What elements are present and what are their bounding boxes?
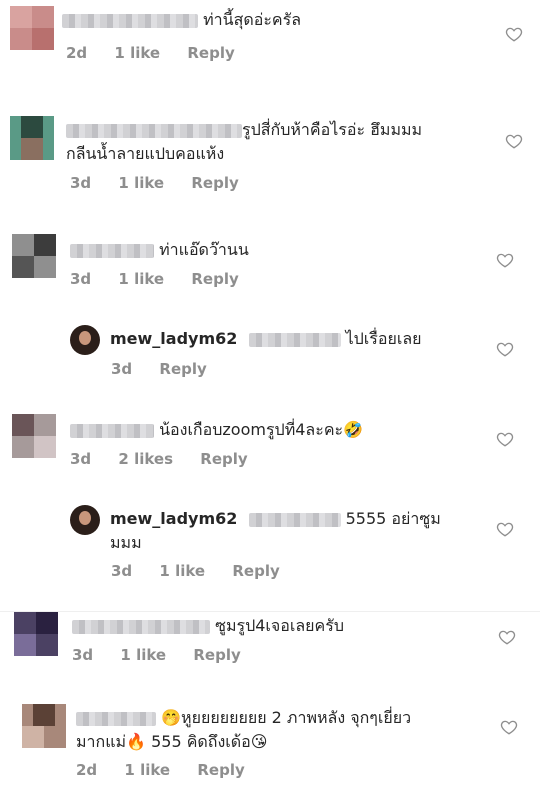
mention-blurred[interactable] bbox=[248, 332, 341, 347]
avatar[interactable] bbox=[12, 414, 56, 458]
heart-icon[interactable] bbox=[500, 718, 518, 736]
heart-icon[interactable] bbox=[505, 132, 523, 150]
comment-text: น้องเกือบzoomรูปที่4ละคะ🤣 bbox=[159, 420, 364, 439]
likes-count[interactable]: 2 likes bbox=[118, 450, 173, 468]
avatar[interactable] bbox=[70, 505, 100, 535]
reply-button[interactable]: Reply bbox=[191, 174, 238, 192]
comment-text-line2: มมม bbox=[110, 533, 142, 552]
avatar[interactable] bbox=[10, 6, 54, 50]
reply-button[interactable]: Reply bbox=[232, 562, 279, 580]
comment-text-line2: กลีนน้ำลายแปบคอแห้ง bbox=[66, 144, 225, 163]
comment-text: ท่าแอ๊ดว๊านน bbox=[159, 240, 249, 259]
heart-icon[interactable] bbox=[505, 25, 523, 43]
likes-count[interactable]: 1 like bbox=[120, 646, 166, 664]
timestamp: 2d bbox=[76, 761, 98, 779]
username-blurred[interactable] bbox=[76, 711, 156, 726]
reply-button[interactable]: Reply bbox=[159, 360, 206, 378]
comment-text-line2: มากแม่🔥 555 คิดถึงเด้อ😘 bbox=[76, 732, 268, 751]
timestamp: 2d bbox=[66, 44, 88, 62]
timestamp: 3d bbox=[70, 270, 92, 288]
username[interactable]: mew_ladym62 bbox=[110, 329, 237, 348]
heart-icon[interactable] bbox=[498, 628, 516, 646]
timestamp: 3d bbox=[70, 450, 92, 468]
heart-icon[interactable] bbox=[496, 430, 514, 448]
username-blurred[interactable] bbox=[66, 123, 242, 138]
username-blurred[interactable] bbox=[70, 243, 154, 258]
timestamp: 3d bbox=[72, 646, 94, 664]
username-blurred[interactable] bbox=[70, 423, 154, 438]
likes-count[interactable]: 1 like bbox=[114, 44, 160, 62]
avatar[interactable] bbox=[70, 325, 100, 355]
likes-count[interactable]: 1 like bbox=[118, 270, 164, 288]
username-blurred[interactable] bbox=[72, 619, 210, 634]
likes-count[interactable]: 1 like bbox=[159, 562, 205, 580]
avatar[interactable] bbox=[14, 612, 58, 656]
reply-button[interactable]: Reply bbox=[187, 44, 234, 62]
avatar[interactable] bbox=[10, 116, 54, 160]
username[interactable]: mew_ladym62 bbox=[110, 509, 237, 528]
reply-button[interactable]: Reply bbox=[200, 450, 247, 468]
comment-text: ซูมรูป4เจอเลยครับ bbox=[215, 616, 344, 635]
mention-blurred[interactable] bbox=[248, 512, 341, 527]
comment-text: ท่านี้สุดอ่ะครัล bbox=[203, 10, 302, 29]
reply-button[interactable]: Reply bbox=[191, 270, 238, 288]
timestamp: 3d bbox=[111, 562, 133, 580]
reply-button[interactable]: Reply bbox=[197, 761, 244, 779]
likes-count[interactable]: 1 like bbox=[124, 761, 170, 779]
reply-button[interactable]: Reply bbox=[193, 646, 240, 664]
comment-text-line1: รูปสี่กับห้าคือไรอ่ะ ฮึมมมม bbox=[242, 120, 423, 139]
comment-text-line1: 🤭หูยยยยยยยย 2 ภาพหลัง จุกๆเยี่ยว bbox=[161, 708, 412, 727]
likes-count[interactable]: 1 like bbox=[118, 174, 164, 192]
timestamp: 3d bbox=[111, 360, 133, 378]
timestamp: 3d bbox=[70, 174, 92, 192]
comment-text: ไปเรื่อยเลย bbox=[345, 329, 422, 348]
avatar[interactable] bbox=[12, 234, 56, 278]
divider bbox=[0, 611, 540, 612]
heart-icon[interactable] bbox=[496, 340, 514, 358]
heart-icon[interactable] bbox=[496, 520, 514, 538]
comment-text-line1: 5555 อย่าซูม bbox=[345, 509, 441, 528]
username-blurred[interactable] bbox=[62, 13, 198, 28]
heart-icon[interactable] bbox=[496, 251, 514, 269]
avatar[interactable] bbox=[22, 704, 66, 748]
